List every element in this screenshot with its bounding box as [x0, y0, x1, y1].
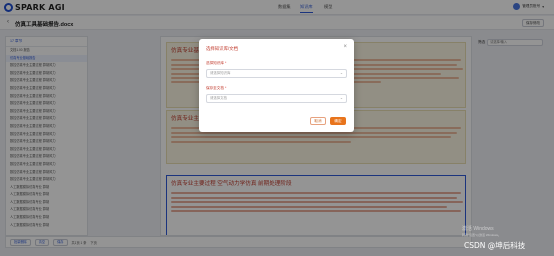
- select-kb-dialog: 选择知识库/文档 × 选择知识库 * 请选择知识库 ⌄ 保存至文档 * 请选择文…: [199, 39, 354, 132]
- close-icon[interactable]: ×: [343, 44, 347, 50]
- kb-select-placeholder: 请选择知识库: [210, 71, 231, 75]
- doc-field-label: 保存至文档 *: [206, 86, 227, 90]
- watermark-line2: 转到“设置”以激活 Windows。: [462, 232, 502, 237]
- windows-activation-watermark: 激活 Windows 转到“设置”以激活 Windows。: [462, 226, 502, 238]
- kb-field-label: 选择知识库 *: [206, 61, 227, 65]
- csdn-watermark: CSDN @坤后科技: [464, 241, 526, 250]
- chevron-down-icon: ⌄: [339, 96, 343, 100]
- doc-select-placeholder: 请选择文档: [210, 96, 227, 100]
- kb-select[interactable]: 请选择知识库 ⌄: [206, 69, 347, 78]
- dialog-title: 选择知识库/文档: [206, 46, 238, 51]
- confirm-button[interactable]: 确定: [330, 117, 346, 125]
- cancel-button[interactable]: 取消: [310, 117, 326, 125]
- doc-select[interactable]: 请选择文档 ⌄: [206, 94, 347, 103]
- chevron-down-icon: ⌄: [339, 71, 343, 75]
